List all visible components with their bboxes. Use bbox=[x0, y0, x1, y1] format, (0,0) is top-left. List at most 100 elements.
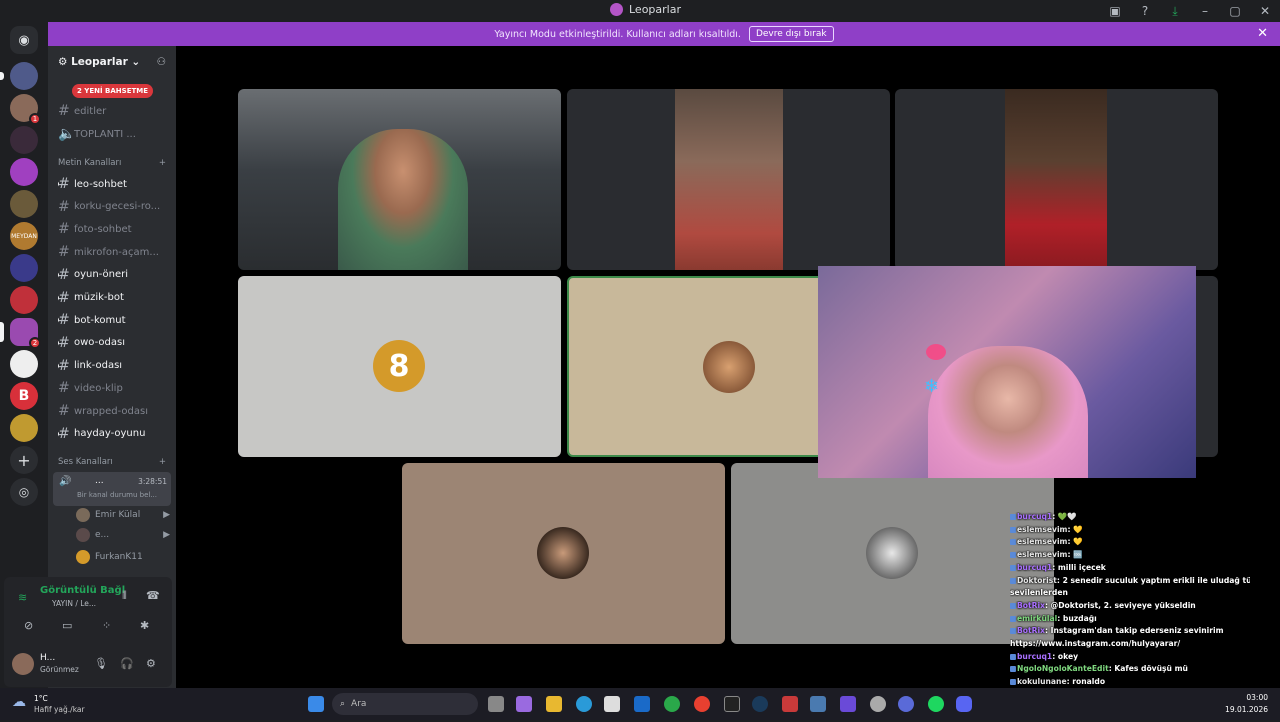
text-channel-item[interactable]: # bot-komut bbox=[58, 310, 170, 330]
chat-badge-icon bbox=[1010, 666, 1016, 673]
app-icon[interactable] bbox=[840, 696, 856, 712]
edge-icon[interactable] bbox=[576, 696, 592, 712]
chat-badge-icon bbox=[1010, 539, 1016, 546]
activities-icon[interactable]: ⁘ bbox=[102, 619, 111, 632]
text-channel-item[interactable]: # hayday-oyunu bbox=[58, 424, 170, 444]
noise-suppression-icon[interactable]: ⦀ bbox=[122, 589, 127, 603]
server-icon[interactable] bbox=[0, 62, 38, 90]
chat-badge-icon bbox=[1010, 602, 1016, 609]
video-tile-streamer[interactable] bbox=[238, 89, 561, 270]
close-icon[interactable]: ✕ bbox=[1250, 0, 1280, 22]
spotify-icon[interactable] bbox=[928, 696, 944, 712]
taskbar-search[interactable]: ⌕ Ara bbox=[332, 693, 478, 715]
avatar-tile[interactable] bbox=[731, 463, 1054, 644]
discover-icon[interactable]: ◎ bbox=[10, 478, 38, 506]
xbox-icon[interactable] bbox=[664, 696, 680, 712]
text-channel-item[interactable]: # wrapped-odası bbox=[58, 401, 170, 421]
file-explorer-icon[interactable] bbox=[546, 696, 562, 712]
discord-taskbar-icon[interactable] bbox=[956, 696, 972, 712]
soundboard-icon[interactable]: ✱ bbox=[140, 619, 149, 632]
channel-editler[interactable]: # editler bbox=[58, 101, 170, 121]
user-avatar[interactable] bbox=[12, 653, 34, 675]
server-icon[interactable]: 2 bbox=[0, 318, 41, 349]
voice-member[interactable]: FurkanK11 bbox=[76, 548, 170, 566]
headphones-icon[interactable]: 🎧 bbox=[120, 657, 134, 670]
server-icon[interactable]: MEYDAN bbox=[10, 222, 38, 250]
voice-channel-status[interactable]: Bir kanal durumu bel... bbox=[77, 491, 157, 499]
server-icon[interactable]: B bbox=[10, 382, 38, 410]
chrome-icon[interactable] bbox=[694, 696, 710, 712]
new-mentions-badge[interactable]: 2 YENİ BAHSETME bbox=[72, 84, 154, 98]
camera-off-icon[interactable]: ⊘ bbox=[24, 619, 33, 632]
store-icon[interactable] bbox=[604, 696, 620, 712]
voice-channel-active[interactable]: 🔊 ... 3:28:51 Bir kanal durumu bel... bbox=[53, 472, 171, 506]
app-icon[interactable] bbox=[782, 696, 798, 712]
server-header[interactable]: ⚙ Leoparlar ⌄ ⚇ bbox=[48, 46, 176, 78]
app-icon[interactable] bbox=[898, 696, 914, 712]
add-server-icon[interactable]: + bbox=[10, 446, 38, 474]
add-channel-icon[interactable]: + bbox=[159, 158, 166, 168]
server-icon[interactable] bbox=[10, 350, 38, 378]
window-title: Leoparlar bbox=[610, 3, 681, 16]
voice-member[interactable]: e... ▶ bbox=[76, 526, 170, 544]
settings-icon[interactable]: ⚙ bbox=[146, 657, 156, 670]
help-icon[interactable]: ? bbox=[1130, 0, 1160, 22]
epic-games-icon[interactable] bbox=[724, 696, 740, 712]
minimize-icon[interactable]: – bbox=[1190, 0, 1220, 22]
server-icon[interactable] bbox=[10, 286, 38, 314]
windows-start-icon[interactable] bbox=[308, 696, 324, 712]
text-channel-item[interactable]: # müzik-bot bbox=[58, 288, 170, 308]
download-icon[interactable]: ⤓ bbox=[1160, 0, 1190, 22]
voice-channels-category[interactable]: Ses Kanalları + bbox=[58, 457, 166, 467]
inbox-icon[interactable]: ▣ bbox=[1100, 0, 1130, 22]
text-channel-item[interactable]: # mikrofon-açam... bbox=[58, 242, 170, 262]
voice-member[interactable]: Emir Külal ▶ bbox=[76, 506, 170, 524]
video-tile[interactable] bbox=[567, 89, 890, 270]
text-channel-item[interactable]: # foto-sohbet bbox=[58, 219, 170, 239]
text-channels-category[interactable]: Metin Kanalları + bbox=[58, 158, 166, 168]
disable-streamer-mode-button[interactable]: Devre dışı bırak bbox=[748, 26, 834, 42]
chat-text: https://www.instagram.com/hulyayarar/ bbox=[1010, 639, 1181, 648]
maximize-icon[interactable]: ▢ bbox=[1220, 0, 1250, 22]
chat-badge-icon bbox=[1010, 628, 1016, 635]
server-icon[interactable] bbox=[10, 254, 38, 282]
tray-date[interactable]: 19.01.2026 bbox=[1225, 705, 1268, 714]
microphone-icon[interactable]: 🎙 bbox=[94, 657, 108, 670]
server-icon[interactable] bbox=[10, 158, 38, 186]
text-channel-item[interactable]: # owo-odası bbox=[58, 333, 170, 353]
channel-toplanti[interactable]: 🔈 TOPLANTI ... bbox=[58, 124, 170, 144]
server-icon[interactable] bbox=[10, 126, 38, 154]
weather-desc[interactable]: Hafif yağ./kar bbox=[34, 705, 85, 714]
add-member-icon[interactable]: ⚇ bbox=[157, 56, 166, 68]
avatar-tile[interactable] bbox=[402, 463, 725, 644]
add-channel-icon[interactable]: + bbox=[159, 457, 166, 467]
outlook-icon[interactable] bbox=[634, 696, 650, 712]
screen-share-icon[interactable]: ▭ bbox=[62, 619, 72, 632]
disconnect-icon[interactable]: ☎ bbox=[146, 589, 160, 602]
server-icon[interactable]: 1 bbox=[10, 94, 41, 125]
weather-temp[interactable]: 1°C bbox=[34, 694, 48, 703]
connection-subtitle[interactable]: YAYIN / Le... bbox=[52, 599, 96, 608]
server-icon[interactable] bbox=[10, 414, 38, 442]
avatar bbox=[76, 528, 90, 542]
copilot-icon[interactable] bbox=[516, 696, 532, 712]
avatar-tile[interactable]: 8 bbox=[238, 276, 561, 457]
text-channel-item[interactable]: # link-odası bbox=[58, 356, 170, 376]
text-channel-item[interactable]: # korku-gecesi-ro... bbox=[58, 197, 170, 217]
chat-text: : buzdağı bbox=[1057, 613, 1097, 623]
discord-home-icon[interactable]: ◉ bbox=[10, 26, 38, 54]
text-channel-item[interactable]: # video-klip bbox=[58, 378, 170, 398]
server-icon[interactable] bbox=[10, 190, 38, 218]
text-channel-item[interactable]: # leo-sohbet bbox=[58, 174, 170, 194]
hash-icon: # bbox=[58, 103, 70, 119]
weather-icon[interactable]: ☁ bbox=[12, 694, 26, 710]
steam-icon[interactable] bbox=[752, 696, 768, 712]
text-channel-item[interactable]: # oyun-öneri bbox=[58, 265, 170, 285]
video-tile[interactable] bbox=[895, 89, 1218, 270]
task-view-icon[interactable] bbox=[488, 696, 504, 712]
app-icon[interactable] bbox=[870, 696, 886, 712]
app-icon[interactable] bbox=[810, 696, 826, 712]
banner-close-icon[interactable]: ✕ bbox=[1257, 26, 1268, 41]
connection-title[interactable]: Görüntülü Bağl bbox=[40, 585, 125, 596]
tray-time[interactable]: 03:00 bbox=[1246, 693, 1268, 702]
